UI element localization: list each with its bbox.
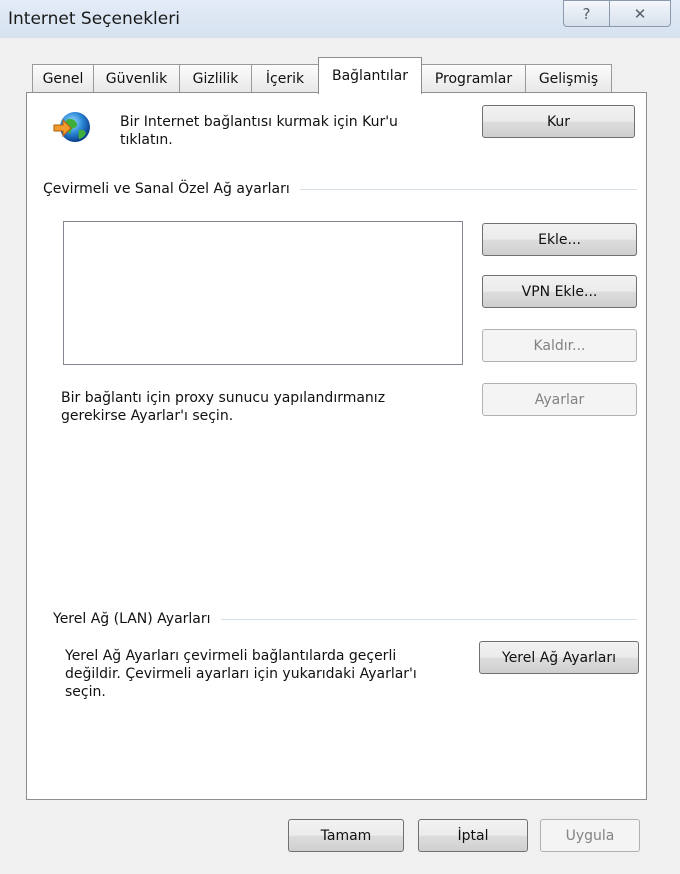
- lan-group-header: Yerel Ağ (LAN) Ayarları: [53, 611, 637, 627]
- lan-group-label: Yerel Ağ (LAN) Ayarları: [53, 611, 211, 627]
- dialog-body: Genel Güvenlik Gizlilik İçerik Bağlantıl…: [0, 38, 680, 874]
- add-connection-button[interactable]: Ekle...: [482, 223, 637, 256]
- tab-icerik[interactable]: İçerik: [251, 64, 319, 93]
- title-bar: Internet Seçenekleri ? ✕: [0, 0, 680, 38]
- tab-genel[interactable]: Genel: [32, 64, 94, 93]
- setup-text: Bir Internet bağlantısı kurmak için Kur'…: [120, 114, 398, 148]
- help-button[interactable]: ?: [563, 0, 610, 27]
- tab-baglantilar[interactable]: Bağlantılar: [318, 57, 422, 94]
- group-divider: [299, 188, 637, 190]
- remove-button[interactable]: Kaldır...: [482, 329, 637, 362]
- proxy-settings-button[interactable]: Ayarlar: [482, 383, 637, 416]
- connections-panel: Bir Internet bağlantısı kurmak için Kur'…: [26, 92, 647, 800]
- kur-button[interactable]: Kur: [482, 105, 635, 138]
- help-icon: ?: [582, 4, 591, 23]
- lan-settings-button[interactable]: Yerel Ağ Ayarları: [479, 641, 639, 674]
- tab-guvenlik[interactable]: Güvenlik: [93, 64, 180, 93]
- group-divider: [220, 618, 637, 620]
- tab-programlar[interactable]: Programlar: [421, 64, 526, 93]
- ok-button[interactable]: Tamam: [288, 819, 404, 852]
- close-button[interactable]: ✕: [609, 0, 671, 27]
- tab-gelismis[interactable]: Gelişmiş: [525, 64, 612, 93]
- close-icon: ✕: [633, 4, 647, 23]
- add-vpn-button[interactable]: VPN Ekle...: [482, 275, 637, 308]
- window-title: Internet Seçenekleri: [8, 9, 180, 29]
- lan-text: Yerel Ağ Ayarları çevirmeli bağlantılard…: [65, 648, 417, 700]
- cancel-button[interactable]: İptal: [418, 819, 528, 852]
- tab-gizlilik[interactable]: Gizlilik: [179, 64, 252, 93]
- connections-list[interactable]: [63, 221, 463, 365]
- globe-connection-icon: [53, 112, 90, 142]
- dialup-group-header: Çevirmeli ve Sanal Özel Ağ ayarları: [43, 181, 637, 197]
- dialup-group-label: Çevirmeli ve Sanal Özel Ağ ayarları: [43, 181, 290, 197]
- apply-button[interactable]: Uygula: [540, 819, 640, 852]
- proxy-text: Bir bağlantı için proxy sunucu yapılandı…: [61, 390, 386, 424]
